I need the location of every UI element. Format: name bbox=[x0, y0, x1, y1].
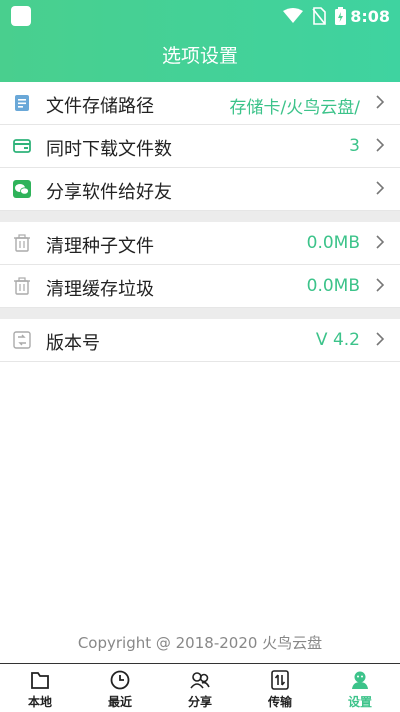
setting-label: 同时下载文件数 bbox=[46, 139, 172, 160]
status-time: 8:08 bbox=[350, 7, 390, 26]
document-icon bbox=[15, 95, 29, 111]
battery-charging-icon bbox=[335, 7, 346, 25]
setting-value: 0.0MB bbox=[306, 233, 360, 253]
status-bar: 8:08 bbox=[0, 0, 400, 32]
bottom-tab-bar: 本地 最近 分享 传输 设置 bbox=[0, 663, 400, 712]
trash-icon bbox=[14, 277, 30, 295]
setting-share-app[interactable]: 分享软件给好友 bbox=[0, 168, 400, 211]
setting-clear-cache[interactable]: 清理缓存垃圾 0.0MB bbox=[0, 265, 400, 308]
setting-download-count[interactable]: 同时下载文件数 3 bbox=[0, 125, 400, 168]
setting-label: 清理缓存垃圾 bbox=[46, 279, 154, 300]
tab-local[interactable]: 本地 bbox=[0, 664, 80, 712]
tab-label: 设置 bbox=[347, 695, 372, 709]
setting-label: 清理种子文件 bbox=[46, 236, 154, 257]
chevron-right-icon bbox=[376, 95, 385, 109]
chevron-right-icon bbox=[376, 278, 385, 292]
app-notification-icon bbox=[11, 6, 31, 26]
tab-label: 传输 bbox=[267, 695, 292, 709]
tab-recent[interactable]: 最近 bbox=[80, 664, 160, 712]
wechat-icon bbox=[13, 180, 31, 198]
chevron-right-icon bbox=[376, 235, 385, 249]
user-settings-icon bbox=[352, 671, 368, 689]
copyright-text: Copyright @ 2018-2020 火鸟云盘 bbox=[77, 634, 323, 652]
section-divider bbox=[0, 308, 400, 319]
section-divider bbox=[0, 211, 400, 222]
setting-value: 3 bbox=[349, 136, 360, 156]
users-icon bbox=[190, 672, 210, 689]
setting-value: 0.0MB bbox=[306, 276, 360, 296]
folder-icon bbox=[31, 672, 49, 689]
setting-version[interactable]: 版本号 V 4.2 bbox=[0, 319, 400, 362]
page-title: 选项设置 bbox=[161, 45, 238, 67]
tab-share[interactable]: 分享 bbox=[160, 664, 240, 712]
chevron-right-icon bbox=[376, 181, 385, 195]
setting-storage-path[interactable]: 文件存储路径 存储卡/火鸟云盘/ bbox=[0, 82, 400, 125]
tab-settings[interactable]: 设置 bbox=[320, 664, 400, 712]
transfer-icon bbox=[271, 670, 289, 690]
tab-label: 最近 bbox=[107, 695, 132, 709]
tab-transfer[interactable]: 传输 bbox=[240, 664, 320, 712]
app-header: 8:08 选项设置 bbox=[0, 0, 400, 82]
setting-label: 分享软件给好友 bbox=[46, 182, 172, 203]
clock-icon bbox=[110, 670, 130, 690]
setting-value: V 4.2 bbox=[315, 330, 360, 350]
setting-label: 文件存储路径 bbox=[46, 96, 154, 117]
chevron-right-icon bbox=[376, 332, 385, 346]
setting-label: 版本号 bbox=[46, 333, 100, 354]
wifi-icon bbox=[283, 8, 303, 23]
no-sim-icon bbox=[312, 7, 326, 25]
settings-list: 文件存储路径 存储卡/火鸟云盘/ 同时下载文件数 3 分享软件给好友 清理种子文… bbox=[0, 82, 400, 362]
setting-value: 存储卡/火鸟云盘/ bbox=[229, 98, 360, 118]
status-icons bbox=[283, 7, 346, 25]
tab-label: 分享 bbox=[187, 695, 212, 709]
setting-clear-torrents[interactable]: 清理种子文件 0.0MB bbox=[0, 222, 400, 265]
wallet-icon bbox=[13, 139, 31, 153]
trash-icon bbox=[14, 234, 30, 252]
chevron-right-icon bbox=[376, 138, 385, 152]
tab-label: 本地 bbox=[27, 695, 52, 709]
version-icon bbox=[13, 331, 31, 349]
